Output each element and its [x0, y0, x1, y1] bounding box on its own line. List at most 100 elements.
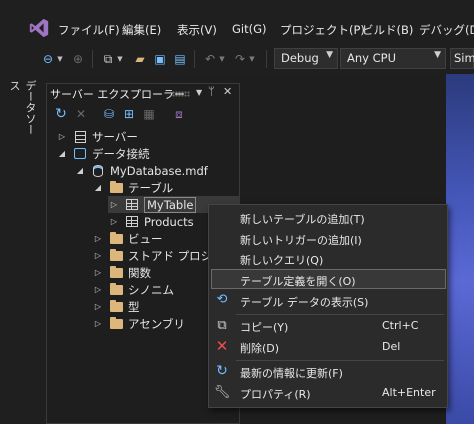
tree-node-label: Products	[144, 214, 194, 229]
toolbar-separator	[194, 50, 195, 68]
tree-node-views[interactable]: ▷ ビュー	[92, 230, 163, 247]
context-menu-separator	[236, 360, 444, 361]
tree-node-label: アセンブリ	[128, 316, 185, 331]
collapse-arrow-icon[interactable]: ◢	[56, 149, 68, 158]
panel-title: サーバー エクスプローラー	[50, 88, 186, 101]
tree-node-types[interactable]: ▷ 型	[92, 298, 140, 315]
solution-platform-combo[interactable]: Any CPU ▼	[340, 48, 446, 69]
tree-node-label: テーブル	[128, 180, 174, 195]
refresh-icon[interactable]: ↻	[54, 106, 68, 122]
open-folder-icon[interactable]: ▰	[132, 50, 148, 68]
connect-server-icon[interactable]: ⊞	[122, 107, 136, 121]
ctx-label: プロパティ(R)	[240, 388, 311, 401]
server-icon	[72, 130, 88, 144]
solution-configuration-combo[interactable]: Debug ▼	[274, 48, 338, 69]
chevron-down-icon[interactable]: ▼	[116, 50, 124, 68]
azure-icon[interactable]: ⧈	[172, 107, 186, 121]
expand-arrow-icon[interactable]: ▷	[92, 251, 104, 260]
folder-icon	[108, 231, 124, 246]
tree-node-functions[interactable]: ▷ 関数	[92, 264, 151, 281]
connect-sharepoint-icon[interactable]: ▦	[142, 107, 156, 121]
toolbar-separator	[92, 50, 93, 68]
menu-project[interactable]: プロジェクト(P)	[280, 22, 365, 38]
table-icon	[124, 215, 140, 229]
menu-edit[interactable]: 編集(E)	[122, 22, 161, 38]
context-menu-separator	[236, 314, 444, 315]
expand-arrow-icon[interactable]: ▷	[92, 234, 104, 243]
tree-node-label: シノニム	[128, 282, 174, 297]
combo-value: Any CPU	[347, 51, 396, 65]
ctx-label: 新しいテーブルの追加(T)	[240, 213, 365, 226]
collapse-arrow-icon[interactable]: ◢	[74, 166, 86, 175]
tree-node-database[interactable]: ◢ MyDatabase.mdf	[74, 162, 208, 179]
tree-node-tables[interactable]: ◢ テーブル	[92, 179, 173, 196]
expand-arrow-icon[interactable]: ▷	[92, 285, 104, 294]
chevron-down-icon: ▼	[326, 50, 333, 60]
folder-icon	[108, 316, 124, 331]
close-icon[interactable]: ✕	[223, 85, 232, 98]
expand-arrow-icon[interactable]: ▷	[56, 132, 68, 141]
chevron-down-icon[interactable]: ▼	[218, 50, 226, 68]
ctx-label: 新しいトリガーの追加(I)	[240, 234, 362, 247]
toolbar-separator	[266, 50, 267, 68]
tree-node-label: ビュー	[128, 231, 163, 246]
data-sources-tab[interactable]: データソース	[8, 80, 38, 140]
tree-node-products[interactable]: ▷ Products	[108, 213, 194, 230]
folder-icon	[108, 180, 124, 195]
ctx-shortcut: Alt+Enter	[382, 386, 436, 399]
tree-node-label: MyTable	[144, 196, 197, 213]
menu-bar: ファイル(F) 編集(E) 表示(V) Git(G) プロジェクト(P) ビルド…	[0, 0, 474, 44]
visual-studio-logo-icon	[29, 18, 49, 38]
startup-item-combo[interactable]: Sim	[450, 48, 474, 69]
data-connections-icon	[72, 147, 88, 161]
chevron-down-icon[interactable]: ▼	[56, 50, 64, 68]
menu-file[interactable]: ファイル(F)	[58, 22, 120, 38]
tree-node-servers[interactable]: ▷ サーバー	[56, 128, 138, 145]
menu-git[interactable]: Git(G)	[232, 22, 267, 36]
tree-node-label: 型	[128, 299, 140, 314]
expand-arrow-icon[interactable]: ▷	[92, 268, 104, 277]
ctx-shortcut: Ctrl+C	[382, 319, 419, 332]
navigate-forward-icon[interactable]: ⊕	[70, 50, 86, 68]
folder-icon	[108, 248, 124, 263]
navigate-back-icon[interactable]: ⊖	[40, 50, 56, 68]
save-all-icon[interactable]: ▤	[172, 50, 188, 68]
pin-icon[interactable]: ᛘ	[208, 85, 215, 98]
tree-node-synonyms[interactable]: ▷ シノニム	[92, 281, 174, 298]
ctx-label: テーブル データの表示(S)	[240, 296, 369, 309]
panel-options-icon[interactable]: ▼	[196, 88, 202, 97]
ctx-label: テーブル定義を開く(O)	[240, 275, 356, 288]
ctx-label: 新しいクエリ(Q)	[240, 254, 324, 267]
chevron-down-icon[interactable]: ▼	[248, 50, 256, 68]
expand-arrow-icon[interactable]: ▷	[92, 302, 104, 311]
ctx-shortcut: Del	[382, 340, 401, 353]
combo-value: Sim	[454, 51, 474, 65]
save-icon[interactable]: ▣	[152, 50, 168, 68]
folder-icon	[108, 265, 124, 280]
redo-icon[interactable]: ↷	[232, 50, 248, 68]
expand-arrow-icon[interactable]: ▷	[108, 200, 120, 209]
menu-debug[interactable]: デバッグ(D)	[419, 22, 474, 38]
menu-view[interactable]: 表示(V)	[177, 22, 217, 38]
table-icon	[124, 198, 140, 212]
ctx-label: 最新の情報に更新(F)	[240, 367, 343, 380]
tree-node-label: サーバー	[92, 129, 138, 144]
undo-icon[interactable]: ↶	[202, 50, 218, 68]
desktop-wallpaper	[446, 70, 474, 424]
expand-arrow-icon[interactable]: ▷	[92, 319, 104, 328]
collapse-arrow-icon[interactable]: ◢	[92, 183, 104, 192]
tree-node-label: データ接続	[92, 146, 150, 161]
panel-drag-grip[interactable]	[172, 91, 190, 97]
folder-icon	[108, 282, 124, 297]
new-project-icon[interactable]: ⧉	[100, 50, 116, 68]
chevron-down-icon: ▼	[434, 50, 441, 60]
database-icon	[90, 164, 106, 178]
menu-build[interactable]: ビルド(B)	[362, 22, 413, 38]
tree-node-assemblies[interactable]: ▷ アセンブリ	[92, 315, 185, 332]
stop-icon[interactable]: ✕	[74, 107, 88, 121]
tree-node-label: 関数	[128, 265, 151, 280]
ctx-label: 削除(D)	[240, 342, 280, 355]
expand-arrow-icon[interactable]: ▷	[108, 217, 120, 226]
tree-node-data-connections[interactable]: ◢ データ接続	[56, 145, 150, 162]
connect-database-icon[interactable]: ⛁	[102, 107, 116, 121]
